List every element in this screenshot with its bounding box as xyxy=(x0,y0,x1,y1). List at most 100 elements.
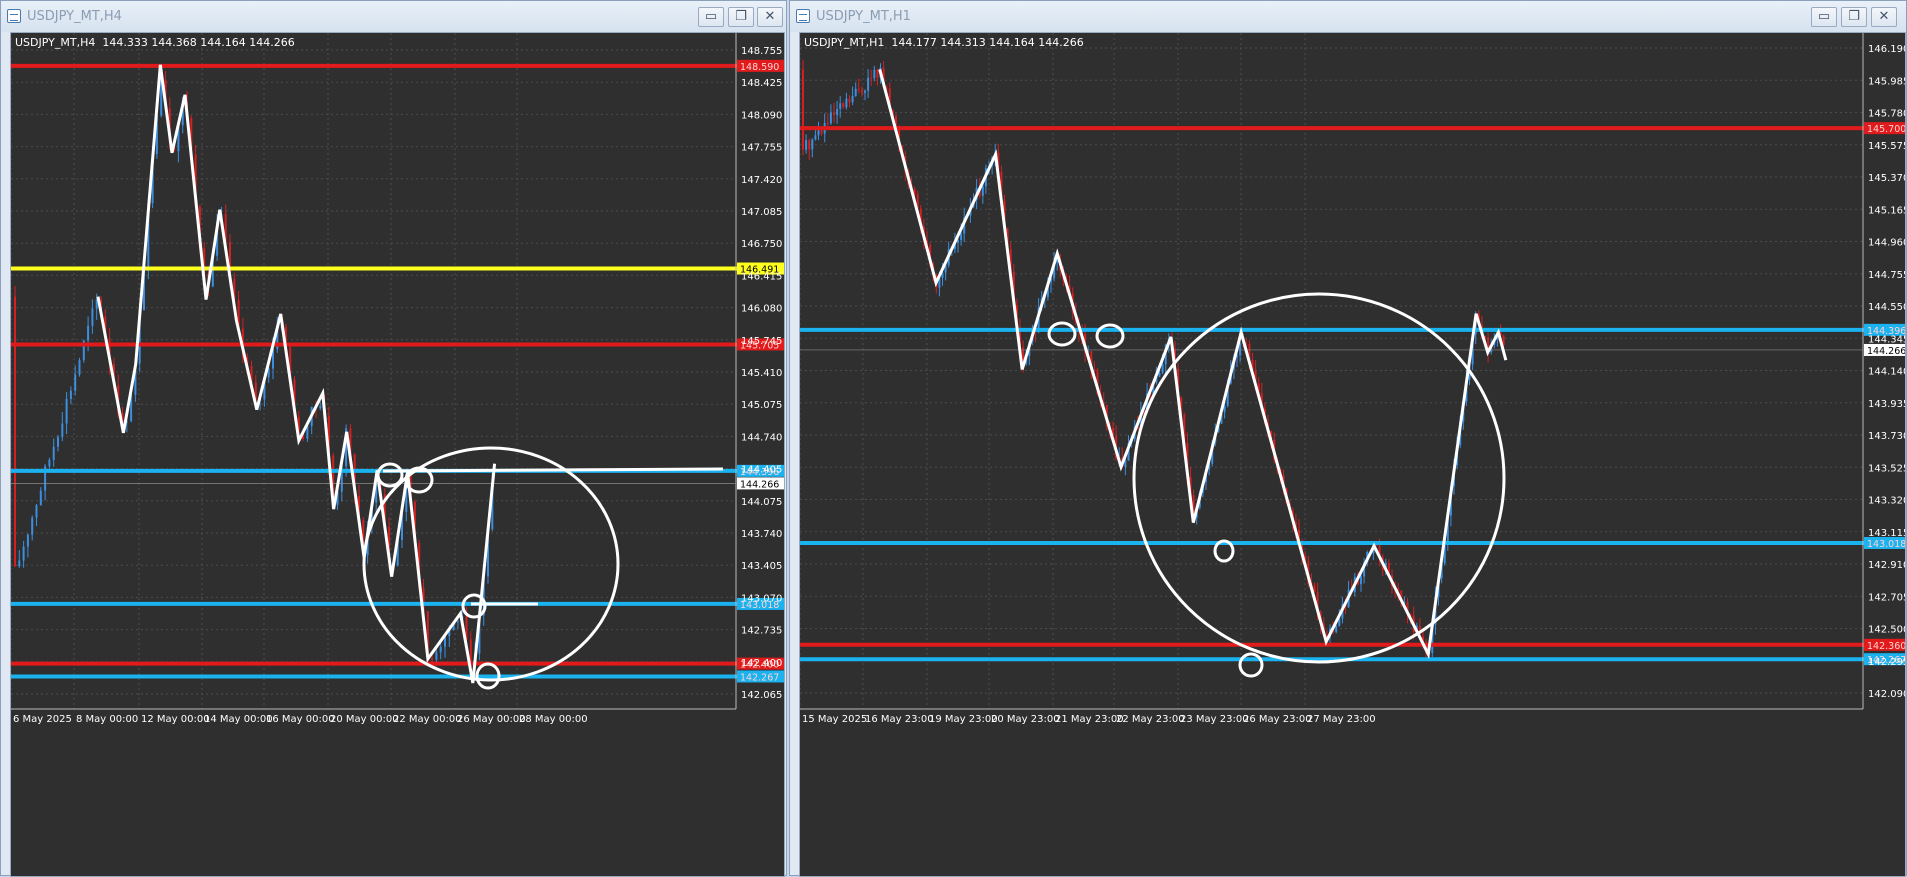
restore-button[interactable]: ❐ xyxy=(1841,7,1867,27)
price-tick-label: 143.740 xyxy=(741,529,782,540)
candle-body xyxy=(57,437,59,447)
time-tick-label: 8 May 00:00 xyxy=(76,714,138,725)
time-tick-label: 20 May 00:00 xyxy=(330,714,399,725)
time-tick-label: 16 May 23:00 xyxy=(865,714,934,725)
level-label: 142.267 xyxy=(740,672,779,683)
candle-body xyxy=(431,658,434,660)
price-tick-label: 143.525 xyxy=(1868,463,1906,474)
candle-body xyxy=(18,560,21,567)
price-tick-label: 148.755 xyxy=(741,46,782,57)
candle-body xyxy=(851,95,854,103)
chart-window-icon xyxy=(796,9,810,23)
time-tick-label: 26 May 00:00 xyxy=(457,714,526,725)
time-tick-label: 15 May 2025 xyxy=(802,714,867,725)
candle-body xyxy=(839,103,842,109)
candle-body xyxy=(981,186,984,196)
price-tick-label: 144.345 xyxy=(1868,334,1906,345)
time-tick-label: 19 May 23:00 xyxy=(929,714,998,725)
time-tick-label: 14 May 00:00 xyxy=(204,714,273,725)
candle-body xyxy=(52,446,55,460)
time-tick-label: 22 May 00:00 xyxy=(393,714,462,725)
time-tick-label: 27 May 23:00 xyxy=(1307,714,1376,725)
chart-window-h4[interactable]: USDJPY_MT,H4 ▭ ❐ ✕ 148.590 146.491 145.705… xyxy=(0,0,787,877)
price-tick-label: 145.410 xyxy=(741,368,782,379)
price-tick-label: 142.735 xyxy=(741,626,782,637)
candle-body xyxy=(857,88,860,90)
price-tick-label: 145.985 xyxy=(1868,76,1906,87)
price-tick-label: 144.960 xyxy=(1868,238,1906,249)
close-button[interactable]: ✕ xyxy=(757,7,783,27)
candle-body xyxy=(802,69,804,150)
candle-body xyxy=(1124,460,1127,467)
candle-body xyxy=(39,490,42,506)
price-tick-label: 144.140 xyxy=(1868,367,1906,378)
price-tick-label: 145.745 xyxy=(741,336,782,347)
price-tick-label: 143.320 xyxy=(1868,496,1906,507)
candle-body xyxy=(65,398,68,424)
price-tick-label: 142.400 xyxy=(741,658,782,669)
price-tick-label: 147.420 xyxy=(741,175,782,186)
price-tick-label: 147.085 xyxy=(741,207,782,218)
chart-window-icon xyxy=(7,9,21,23)
price-tick-label: 144.740 xyxy=(741,432,782,443)
candle-body xyxy=(456,621,459,623)
chart-window-h1[interactable]: USDJPY_MT,H1 ▭ ❐ ✕ 145.700 144.396 143.018… xyxy=(789,0,1907,877)
time-tick-label: 21 May 23:00 xyxy=(1055,714,1124,725)
restore-button[interactable]: ❐ xyxy=(728,7,754,27)
candle-body xyxy=(69,390,72,399)
price-tick-label: 145.075 xyxy=(741,400,782,411)
chart-background xyxy=(11,33,784,876)
candle-body xyxy=(435,652,438,660)
candle-body xyxy=(820,130,823,134)
candle-body xyxy=(48,459,51,467)
candle-body xyxy=(873,69,876,79)
price-chart[interactable]: 148.590 146.491 145.705 144.396 143.018 142.4… xyxy=(10,32,785,877)
close-button[interactable]: ✕ xyxy=(1871,7,1897,27)
minimize-button[interactable]: ▭ xyxy=(1811,7,1837,27)
candle-body xyxy=(842,103,845,108)
candle-body xyxy=(811,139,814,150)
candle-body xyxy=(61,423,64,438)
price-tick-label: 144.075 xyxy=(741,497,782,508)
candle-body xyxy=(91,308,94,326)
candle-body xyxy=(814,135,817,140)
candle-body xyxy=(1335,625,1338,633)
price-tick-label: 148.090 xyxy=(741,110,782,121)
price-tick-label: 145.370 xyxy=(1868,173,1906,184)
candle-body xyxy=(26,534,29,547)
candle-body xyxy=(829,112,832,124)
price-chart[interactable]: 145.700 144.396 143.018 142.360 142.267 146.1… xyxy=(799,32,1906,877)
candle-body xyxy=(14,296,16,567)
ohlc-info: USDJPY_MT,H1 144.177 144.313 144.164 144… xyxy=(804,36,1084,49)
candle-body xyxy=(867,77,870,91)
price-tick-label: 142.500 xyxy=(1868,625,1906,636)
current-price-label: 144.266 xyxy=(740,479,779,490)
price-tick-label: 145.165 xyxy=(1868,205,1906,216)
current-price-label: 144.266 xyxy=(1867,346,1906,357)
candle-body xyxy=(1375,544,1378,546)
price-tick-label: 143.935 xyxy=(1868,399,1906,410)
time-tick-label: 23 May 23:00 xyxy=(1180,714,1249,725)
candle-body xyxy=(817,130,820,136)
title-bar[interactable]: USDJPY_MT,H1 ▭ ❐ ✕ xyxy=(790,1,1906,32)
price-tick-label: 144.405 xyxy=(741,465,782,476)
title-bar[interactable]: USDJPY_MT,H4 ▭ ❐ ✕ xyxy=(1,1,786,32)
price-tick-label: 146.080 xyxy=(741,304,782,315)
price-tick-label: 142.910 xyxy=(1868,560,1906,571)
candle-body xyxy=(22,546,25,561)
level-label: 142.360 xyxy=(1867,641,1906,652)
minimize-button[interactable]: ▭ xyxy=(698,7,724,27)
price-tick-label: 143.070 xyxy=(741,593,782,604)
time-tick-label: 20 May 23:00 xyxy=(991,714,1060,725)
chart-canvas[interactable]: 148.590146.491145.705144.396143.018142.4… xyxy=(11,33,785,877)
time-tick-label: 28 May 00:00 xyxy=(519,714,588,725)
chart-canvas[interactable]: 145.700144.396143.018142.360142.267146.1… xyxy=(800,33,1906,877)
price-tick-label: 142.295 xyxy=(1868,657,1906,668)
price-tick-label: 143.405 xyxy=(741,561,782,572)
price-tick-label: 146.415 xyxy=(741,271,782,282)
price-tick-label: 147.755 xyxy=(741,143,782,154)
price-tick-label: 144.755 xyxy=(1868,270,1906,281)
time-tick-label: 12 May 00:00 xyxy=(141,714,210,725)
candle-body xyxy=(808,140,811,150)
candle-body xyxy=(960,233,963,241)
